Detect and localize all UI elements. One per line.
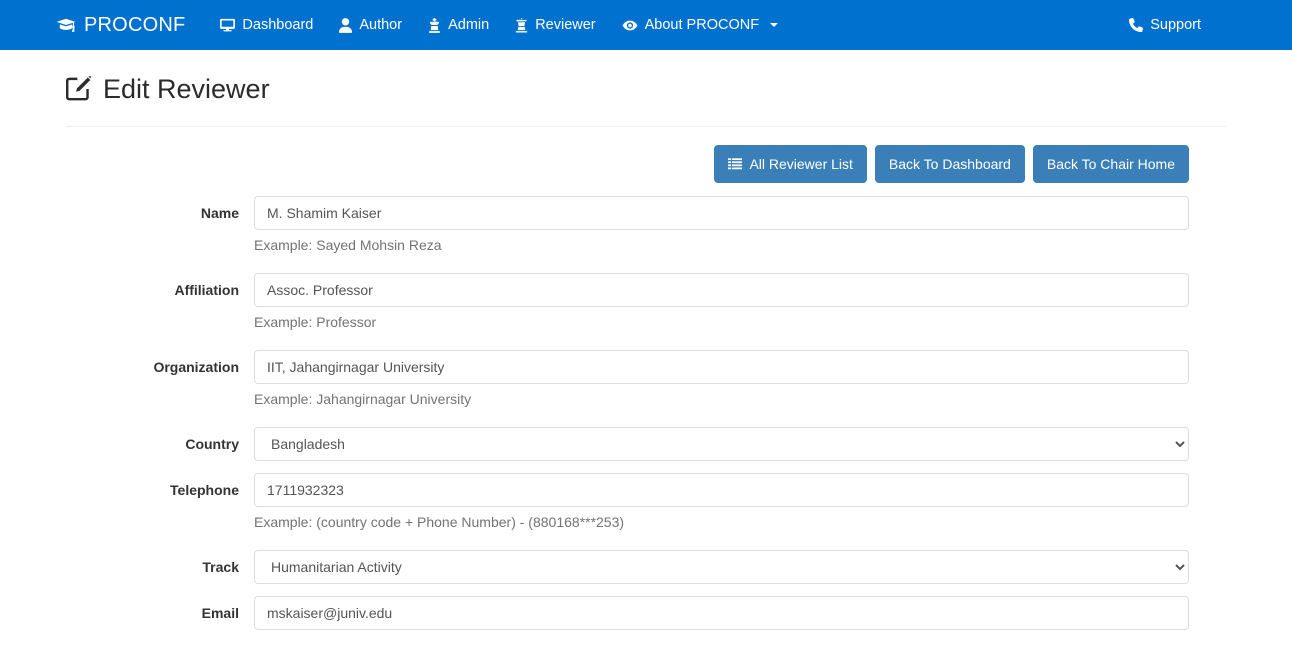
nav-label: Reviewer xyxy=(535,17,596,33)
top-navbar: PROCONF Dashboard Author Admin Reviewer … xyxy=(0,0,1292,50)
page-container: Edit Reviewer All Reviewer List Back To … xyxy=(66,50,1226,630)
form-row-country: Country Bangladesh xyxy=(66,427,1226,461)
page-title: Edit Reviewer xyxy=(66,72,1226,106)
label-email: Email xyxy=(201,605,239,621)
navbar-links: Dashboard Author Admin Reviewer About PR… xyxy=(207,0,791,50)
brand-label: PROCONF xyxy=(84,13,186,36)
form-row-organization: Organization Example: Jahangirnagar Univ… xyxy=(66,350,1226,409)
form-row-track: Track Humanitarian Activity xyxy=(66,550,1226,584)
chess-rook-icon xyxy=(515,17,528,33)
nav-label: Support xyxy=(1150,17,1201,33)
label-name: Name xyxy=(200,205,239,221)
nav-item-author[interactable]: Author xyxy=(326,0,415,50)
brand-logo[interactable]: PROCONF xyxy=(56,14,185,37)
track-select[interactable]: Humanitarian Activity xyxy=(254,550,1189,584)
nav-item-about-proconf[interactable]: About PROCONF xyxy=(609,0,791,50)
chevron-down-icon xyxy=(770,23,779,27)
label-country: Country xyxy=(185,436,239,452)
form-row-telephone: Telephone Example: (country code + Phone… xyxy=(66,473,1226,532)
label-track: Track xyxy=(202,559,239,575)
nav-item-dashboard[interactable]: Dashboard xyxy=(207,0,326,50)
page-header: Edit Reviewer xyxy=(66,50,1226,127)
phone-icon xyxy=(1129,18,1144,32)
affiliation-input[interactable] xyxy=(254,273,1189,307)
label-telephone: Telephone xyxy=(170,482,239,498)
back-to-chair-home-button[interactable]: Back To Chair Home xyxy=(1032,145,1189,183)
user-icon xyxy=(339,17,353,33)
chess-king-icon xyxy=(428,17,441,33)
graduation-cap-icon xyxy=(56,15,76,35)
edit-square-icon xyxy=(66,76,92,102)
nav-label: Dashboard xyxy=(242,17,314,33)
nav-item-reviewer[interactable]: Reviewer xyxy=(502,0,608,50)
label-affiliation: Affiliation xyxy=(174,282,239,298)
toolbar-buttons: All Reviewer List Back To Dashboard Back… xyxy=(66,145,1226,183)
title-divider xyxy=(66,126,1226,127)
organization-input[interactable] xyxy=(254,350,1189,384)
label-organization: Organization xyxy=(153,359,239,375)
all-reviewer-list-button[interactable]: All Reviewer List xyxy=(714,145,867,183)
country-select[interactable]: Bangladesh xyxy=(254,427,1189,461)
navbar-right: Support xyxy=(1116,0,1214,50)
button-label: Back To Dashboard xyxy=(888,156,1011,172)
list-icon xyxy=(728,157,743,171)
nav-label: About PROCONF xyxy=(644,17,760,33)
help-name: Example: Sayed Mohsin Reza xyxy=(254,237,442,253)
button-label: Back To Chair Home xyxy=(1046,156,1175,172)
desktop-icon xyxy=(220,18,236,33)
telephone-input[interactable] xyxy=(254,473,1189,507)
form-row-affiliation: Affiliation Example: Professor xyxy=(66,273,1226,332)
help-telephone: Example: (country code + Phone Number) -… xyxy=(254,514,625,530)
email-input[interactable] xyxy=(254,596,1189,630)
form-row-email: Email xyxy=(66,596,1226,630)
help-organization: Example: Jahangirnagar University xyxy=(254,391,472,407)
nav-item-admin[interactable]: Admin xyxy=(415,0,502,50)
form-row-name: Name Example: Sayed Mohsin Reza xyxy=(66,196,1226,255)
name-input[interactable] xyxy=(254,196,1189,230)
nav-item-support[interactable]: Support xyxy=(1116,0,1214,50)
eye-icon xyxy=(622,18,638,33)
back-to-dashboard-button[interactable]: Back To Dashboard xyxy=(874,145,1025,183)
page-title-text: Edit Reviewer xyxy=(103,74,270,104)
button-label: All Reviewer List xyxy=(749,156,853,172)
help-affiliation: Example: Professor xyxy=(254,314,377,330)
nav-label: Admin xyxy=(448,17,490,33)
edit-reviewer-form: Name Example: Sayed Mohsin Reza Affiliat… xyxy=(66,196,1226,630)
nav-label: Author xyxy=(359,17,403,33)
